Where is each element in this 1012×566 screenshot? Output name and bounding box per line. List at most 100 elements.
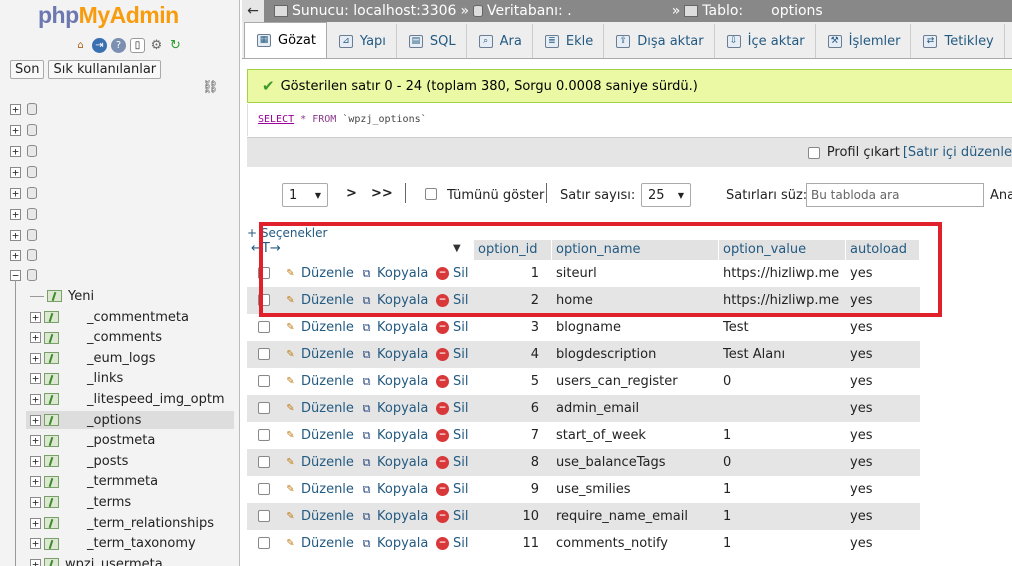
- delete-button[interactable]: − Sil: [436, 428, 468, 443]
- tab-i-şlemler[interactable]: ⚒ İşlemler: [816, 24, 912, 58]
- db-tree-item[interactable]: +: [10, 142, 37, 160]
- table-tree-item[interactable]: + _postmeta: [30, 432, 155, 450]
- cell-autoload[interactable]: yes: [850, 320, 872, 335]
- row-checkbox[interactable]: [258, 267, 270, 279]
- expand-icon[interactable]: +: [30, 414, 41, 426]
- db-tree-item[interactable]: +: [10, 121, 37, 139]
- row-checkbox[interactable]: [258, 510, 270, 522]
- expand-icon[interactable]: +: [10, 249, 21, 261]
- cell-option-id[interactable]: 3: [474, 320, 539, 335]
- edit-button[interactable]: ✎ Düzenle: [284, 428, 354, 443]
- cell-autoload[interactable]: yes: [850, 482, 872, 497]
- cell-autoload[interactable]: yes: [850, 509, 872, 524]
- column-arrows-icon[interactable]: ←T→: [251, 241, 281, 256]
- tab-ekle[interactable]: ≣ Ekle: [533, 24, 605, 58]
- row-checkbox[interactable]: [258, 402, 270, 414]
- expand-icon[interactable]: +: [30, 476, 41, 488]
- table-tree-item[interactable]: + wpzj_usermeta: [30, 555, 163, 566]
- cell-option-value[interactable]: 0: [723, 374, 731, 389]
- copy-button[interactable]: ⧉ Kopyala: [360, 266, 429, 281]
- docs-icon[interactable]: ▯: [130, 38, 145, 53]
- tab-dışa-aktar[interactable]: ⇪ Dışa aktar: [604, 24, 715, 58]
- delete-button[interactable]: − Sil: [436, 482, 468, 497]
- row-checkbox[interactable]: [258, 294, 270, 306]
- expand-icon[interactable]: +: [10, 166, 21, 178]
- last-page-button[interactable]: >>: [371, 186, 393, 201]
- expand-icon[interactable]: +: [30, 517, 41, 529]
- cell-autoload[interactable]: yes: [850, 266, 872, 281]
- rows-per-page-select[interactable]: 25 ▼: [641, 183, 691, 207]
- expand-icon[interactable]: +: [30, 311, 41, 323]
- tab-sql[interactable]: ▤ SQL: [397, 24, 467, 58]
- column-header-option-value[interactable]: option_value: [719, 240, 846, 260]
- row-checkbox[interactable]: [258, 456, 270, 468]
- cell-option-name[interactable]: use_smilies: [556, 482, 631, 497]
- column-header-option-id[interactable]: option_id: [474, 240, 552, 260]
- link-icon[interactable]: ⛓: [202, 80, 219, 95]
- table-tree-item[interactable]: + _posts: [30, 452, 128, 470]
- expand-icon[interactable]: +: [10, 145, 21, 157]
- column-header-option-name[interactable]: option_name: [552, 240, 719, 260]
- copy-button[interactable]: ⧉ Kopyala: [360, 401, 429, 416]
- favorites-tab[interactable]: Sık kullanılanlar: [48, 60, 162, 79]
- breadcrumb-server[interactable]: Sunucu: localhost:3306: [274, 3, 456, 19]
- delete-button[interactable]: − Sil: [436, 266, 468, 281]
- delete-button[interactable]: − Sil: [436, 293, 468, 308]
- tab-yapı[interactable]: ⊿ Yapı: [327, 24, 397, 58]
- recent-tab[interactable]: Son: [10, 60, 45, 79]
- cell-option-value[interactable]: 1: [723, 509, 731, 524]
- cell-autoload[interactable]: yes: [850, 536, 872, 551]
- cell-option-id[interactable]: 11: [474, 536, 539, 551]
- expand-icon[interactable]: +: [30, 455, 41, 467]
- inline-edit-link[interactable]: [Satır içi düzenle: [903, 145, 1012, 160]
- row-checkbox[interactable]: [258, 537, 270, 549]
- copy-button[interactable]: ⧉ Kopyala: [360, 536, 429, 551]
- delete-button[interactable]: − Sil: [436, 401, 468, 416]
- new-table-item[interactable]: Yeni: [30, 287, 94, 305]
- cell-option-value[interactable]: 1: [723, 536, 731, 551]
- edit-button[interactable]: ✎ Düzenle: [284, 266, 354, 281]
- cell-option-name[interactable]: blogname: [556, 320, 621, 335]
- delete-button[interactable]: − Sil: [436, 347, 468, 362]
- page-select[interactable]: 1 ▼: [282, 183, 328, 207]
- breadcrumb-table[interactable]: Tablo: options: [684, 3, 823, 19]
- table-tree-item[interactable]: + _litespeed_img_optm: [30, 390, 225, 408]
- cell-autoload[interactable]: yes: [850, 401, 872, 416]
- expand-icon[interactable]: +: [30, 332, 41, 344]
- cell-option-value[interactable]: 0: [723, 455, 731, 470]
- profiling-checkbox[interactable]: [807, 146, 820, 159]
- options-toggle[interactable]: + Seçenekler: [247, 226, 327, 240]
- cell-option-name[interactable]: admin_email: [556, 401, 639, 416]
- db-tree-item[interactable]: +: [10, 205, 37, 223]
- cell-option-id[interactable]: 10: [474, 509, 539, 524]
- cell-option-value[interactable]: 1: [723, 482, 731, 497]
- table-tree-item[interactable]: + _links: [30, 370, 123, 388]
- row-checkbox[interactable]: [258, 348, 270, 360]
- expand-icon[interactable]: +: [30, 393, 41, 405]
- cell-autoload[interactable]: yes: [850, 374, 872, 389]
- show-all-checkbox[interactable]: [425, 188, 437, 200]
- column-header-autoload[interactable]: autoload: [846, 240, 920, 260]
- edit-button[interactable]: ✎ Düzenle: [284, 482, 354, 497]
- next-page-button[interactable]: >: [346, 186, 357, 201]
- copy-button[interactable]: ⧉ Kopyala: [360, 374, 429, 389]
- expand-icon[interactable]: +: [30, 496, 41, 508]
- expand-icon[interactable]: +: [10, 229, 21, 241]
- delete-button[interactable]: − Sil: [436, 320, 468, 335]
- reload-icon[interactable]: ↻: [168, 38, 183, 53]
- db-tree-item[interactable]: +: [10, 163, 37, 181]
- table-tree-item[interactable]: + _terms: [30, 493, 131, 511]
- table-tree-item[interactable]: + _term_taxonomy: [30, 535, 196, 553]
- cell-option-name[interactable]: comments_notify: [556, 536, 668, 551]
- cell-autoload[interactable]: yes: [850, 455, 872, 470]
- edit-button[interactable]: ✎ Düzenle: [284, 347, 354, 362]
- table-tree-item[interactable]: + _options: [26, 411, 234, 429]
- db-tree-item[interactable]: +: [10, 246, 37, 264]
- edit-button[interactable]: ✎ Düzenle: [284, 455, 354, 470]
- cell-option-id[interactable]: 1: [474, 266, 539, 281]
- copy-button[interactable]: ⧉ Kopyala: [360, 455, 429, 470]
- breadcrumb-database[interactable]: Veritabanı: .: [473, 3, 572, 19]
- copy-button[interactable]: ⧉ Kopyala: [360, 293, 429, 308]
- copy-button[interactable]: ⧉ Kopyala: [360, 428, 429, 443]
- cell-option-value[interactable]: Test: [723, 320, 749, 335]
